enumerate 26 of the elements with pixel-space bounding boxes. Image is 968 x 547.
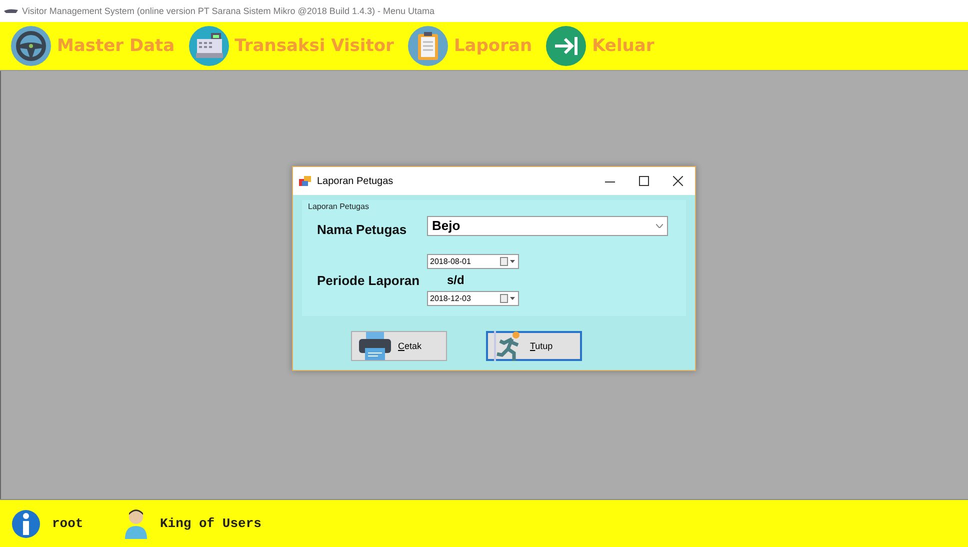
app-window-icon: [299, 176, 311, 186]
maximize-icon[interactable]: [639, 176, 649, 186]
date-picker[interactable]: 2018-12-03: [427, 291, 519, 306]
cash-register-icon: [188, 26, 229, 66]
window-title: Visitor Management System (online version PT Sarana Sistem Mikro @2018 Build 1.4.3) - Menu Utama: [22, 6, 434, 16]
clipboard-icon: [408, 26, 448, 66]
app-logo-icon: [4, 8, 18, 14]
dialog-title: Laporan Petugas: [317, 176, 394, 186]
field-label: Periode Laporan: [316, 272, 421, 288]
user-role-text: King of Users: [160, 516, 262, 531]
print-button[interactable]: Cetak: [351, 331, 447, 361]
username-text: root: [52, 516, 84, 531]
info-icon: [12, 508, 40, 540]
range-separator: s/d: [446, 273, 466, 287]
field-label: Nama Petugas: [316, 222, 408, 237]
officer-dropdown[interactable]: Bejo: [427, 216, 668, 236]
chevron-down-icon: [656, 224, 663, 228]
calendar-dropdown-icon: [500, 257, 516, 266]
calendar-dropdown-icon: [500, 294, 516, 303]
date-picker[interactable]: 2018-08-01: [427, 254, 519, 269]
close-button[interactable]: Tutup: [486, 331, 582, 361]
printer-icon: [358, 332, 392, 360]
group-label: Laporan Petugas: [308, 202, 370, 211]
close-icon[interactable]: [673, 176, 683, 186]
user-avatar-icon: [124, 508, 148, 538]
steering-wheel-icon: [11, 26, 51, 66]
